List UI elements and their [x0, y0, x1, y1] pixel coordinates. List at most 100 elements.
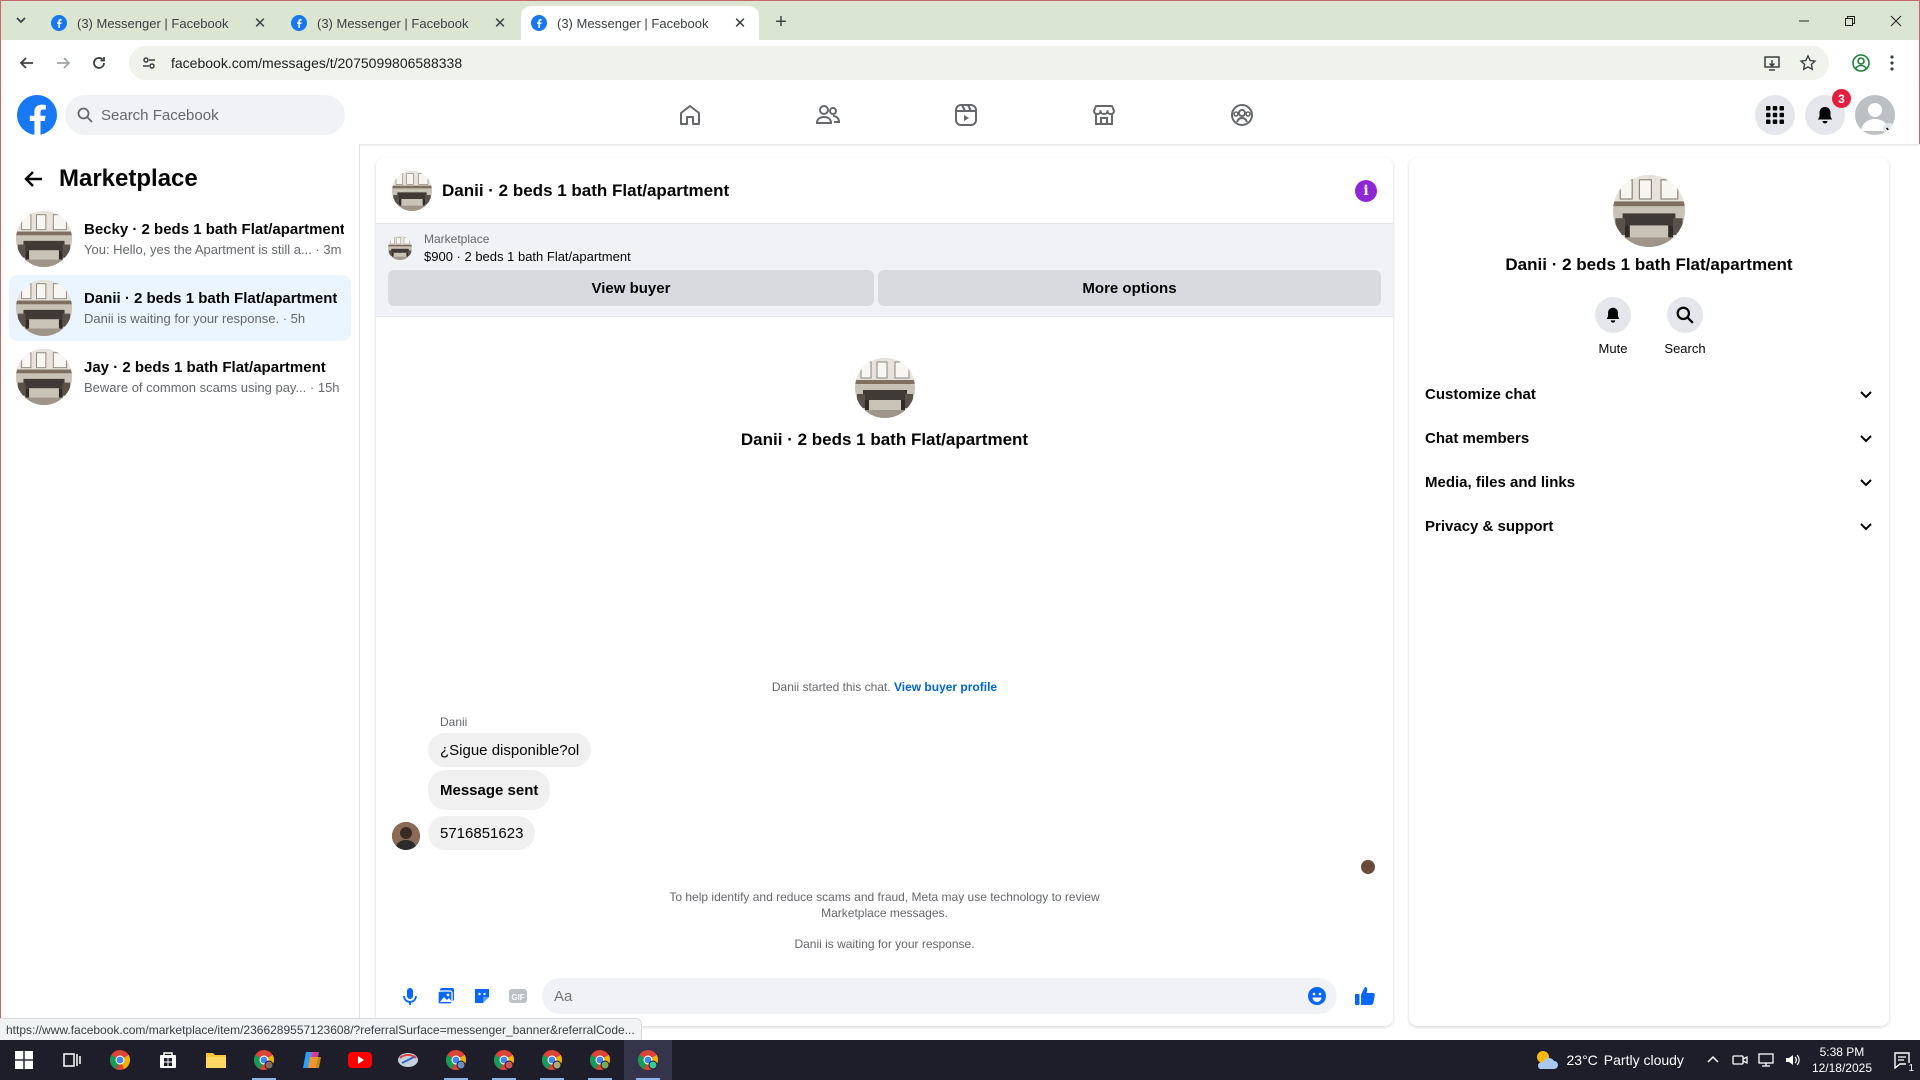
- gif-button[interactable]: GIF: [500, 978, 536, 1014]
- tab-search-button[interactable]: [9, 8, 33, 32]
- taskbar-app[interactable]: [384, 1040, 432, 1080]
- info-panel-actions: Mute Search: [1409, 297, 1889, 356]
- browser-tab-1[interactable]: (3) Messenger | Facebook ✕: [41, 6, 279, 40]
- notification-center-button[interactable]: 1: [1884, 1040, 1920, 1080]
- browser-tab-2[interactable]: (3) Messenger | Facebook ✕: [281, 6, 519, 40]
- taskbar-copilot[interactable]: [288, 1040, 336, 1080]
- taskbar-chrome-profile-2[interactable]: [432, 1040, 480, 1080]
- close-tab-icon[interactable]: ✕: [491, 14, 509, 32]
- marketplace-icon: [1093, 105, 1115, 125]
- network-icon[interactable]: [1758, 1052, 1774, 1068]
- attach-media-button[interactable]: [428, 978, 464, 1014]
- store-icon: [160, 1052, 176, 1068]
- sender-avatar[interactable]: [392, 822, 420, 850]
- message-input-field[interactable]: [542, 978, 1337, 1014]
- nav-groups[interactable]: [1173, 86, 1311, 144]
- view-buyer-profile-link[interactable]: View buyer profile: [894, 680, 997, 694]
- taskbar-chrome-profile-4[interactable]: [528, 1040, 576, 1080]
- like-button[interactable]: [1347, 978, 1383, 1014]
- forward-button[interactable]: [47, 47, 79, 79]
- volume-icon[interactable]: [1784, 1052, 1800, 1068]
- search-action[interactable]: Search: [1664, 297, 1706, 356]
- nav-friends[interactable]: [759, 86, 897, 144]
- nav-marketplace[interactable]: [1035, 86, 1173, 144]
- chrome-icon: [110, 1050, 130, 1070]
- mute-action[interactable]: Mute: [1595, 297, 1631, 356]
- search-icon: [77, 107, 93, 123]
- notifications-button[interactable]: 3: [1805, 89, 1851, 135]
- window-controls: [1781, 1, 1919, 41]
- profile-icon[interactable]: [1851, 53, 1871, 73]
- site-info-icon[interactable]: [141, 55, 157, 71]
- url-text[interactable]: facebook.com/messages/t/2075099806588338: [171, 55, 1763, 71]
- message-bubble[interactable]: 5716851623: [428, 816, 536, 850]
- nav-video[interactable]: [897, 86, 1035, 144]
- conversation-item-active[interactable]: Danii · 2 beds 1 bath Flat/apartment Dan…: [9, 275, 351, 341]
- svg-text:GIF: GIF: [511, 993, 524, 1002]
- message-bubble[interactable]: Message sent: [428, 770, 551, 810]
- conversation-info-icon[interactable]: i: [1355, 179, 1377, 202]
- conversation-item[interactable]: Becky · 2 beds 1 bath Flat/apartment You…: [9, 206, 351, 272]
- chat-started-text: Danii started this chat.: [771, 680, 891, 694]
- sticker-button[interactable]: [464, 978, 500, 1014]
- weather-description[interactable]: Partly cloudy: [1604, 1052, 1684, 1068]
- menu-button[interactable]: [1755, 95, 1795, 135]
- taskbar-chrome-profile-1[interactable]: [240, 1040, 288, 1080]
- more-options-button[interactable]: More options: [878, 270, 1381, 306]
- facebook-search-box[interactable]: [65, 95, 345, 135]
- back-button[interactable]: [11, 47, 43, 79]
- facebook-logo-icon[interactable]: [17, 95, 57, 135]
- search-in-conversation-button[interactable]: [1667, 297, 1703, 333]
- taskbar-chrome-profile-5[interactable]: [576, 1040, 624, 1080]
- account-avatar[interactable]: [1855, 95, 1895, 135]
- address-bar[interactable]: facebook.com/messages/t/2075099806588338: [129, 46, 1829, 80]
- default-avatar-icon: [1861, 103, 1895, 135]
- taskbar-store[interactable]: [144, 1040, 192, 1080]
- chat-listing-thumbnail[interactable]: [392, 170, 432, 211]
- listing-detail[interactable]: $900 · 2 beds 1 bath Flat/apartment: [424, 249, 631, 264]
- meet-now-icon[interactable]: [1732, 1052, 1748, 1068]
- voice-clip-button[interactable]: [392, 978, 428, 1014]
- taskbar-chrome-profile-3[interactable]: [480, 1040, 528, 1080]
- taskbar-file-explorer[interactable]: [192, 1040, 240, 1080]
- weather-partly-cloudy-icon[interactable]: [1533, 1049, 1559, 1071]
- conversation-item[interactable]: Jay · 2 beds 1 bath Flat/apartment Bewar…: [9, 344, 351, 410]
- restore-button[interactable]: [1827, 1, 1873, 41]
- reload-button[interactable]: [83, 47, 115, 79]
- taskbar-chrome[interactable]: [96, 1040, 144, 1080]
- section-customize-chat[interactable]: Customize chat: [1409, 372, 1889, 416]
- chat-title[interactable]: Danii · 2 beds 1 bath Flat/apartment: [442, 181, 1355, 201]
- back-to-chats-button[interactable]: [19, 164, 49, 194]
- status-bar-url: https://www.facebook.com/marketplace/ite…: [0, 1018, 642, 1040]
- section-media-files-links[interactable]: Media, files and links: [1409, 460, 1889, 504]
- taskbar-clock[interactable]: 5:38 PM 12/18/2025: [1812, 1044, 1872, 1076]
- mute-button[interactable]: [1595, 297, 1631, 333]
- bookmark-star-icon[interactable]: [1799, 54, 1817, 72]
- taskbar-chrome-profile-6-active[interactable]: [624, 1040, 672, 1080]
- task-view-button[interactable]: [48, 1040, 96, 1080]
- view-buyer-button[interactable]: View buyer: [388, 270, 874, 306]
- nav-home[interactable]: [621, 86, 759, 144]
- minimize-button[interactable]: [1781, 1, 1827, 41]
- close-tab-icon[interactable]: ✕: [731, 14, 749, 32]
- emoji-icon[interactable]: [1307, 986, 1327, 1006]
- new-tab-button[interactable]: +: [767, 8, 795, 36]
- message-input[interactable]: [554, 987, 1307, 1005]
- install-app-icon[interactable]: [1763, 54, 1781, 72]
- taskbar-youtube[interactable]: [336, 1040, 384, 1080]
- windows-taskbar: 23°C Partly cloudy 5:38 PM 12/18/2025 1: [0, 1040, 1920, 1080]
- chevron-down-icon: [1860, 391, 1872, 399]
- search-input[interactable]: [101, 106, 321, 124]
- weather-temperature[interactable]: 23°C: [1567, 1052, 1598, 1068]
- chevron-up-icon[interactable]: [1706, 1053, 1720, 1067]
- close-window-button[interactable]: [1873, 1, 1919, 41]
- marketplace-listing-bar: Marketplace $900 · 2 beds 1 bath Flat/ap…: [376, 224, 1393, 317]
- start-button[interactable]: [0, 1040, 48, 1080]
- section-chat-members[interactable]: Chat members: [1409, 416, 1889, 460]
- close-tab-icon[interactable]: ✕: [251, 14, 269, 32]
- message-bubble[interactable]: ¿Sigue disponible?ol: [428, 733, 592, 767]
- browser-tab-3-active[interactable]: (3) Messenger | Facebook ✕: [521, 6, 759, 40]
- kebab-menu-icon[interactable]: [1889, 54, 1895, 72]
- facebook-favicon-icon: [531, 15, 547, 31]
- section-privacy-support[interactable]: Privacy & support: [1409, 504, 1889, 548]
